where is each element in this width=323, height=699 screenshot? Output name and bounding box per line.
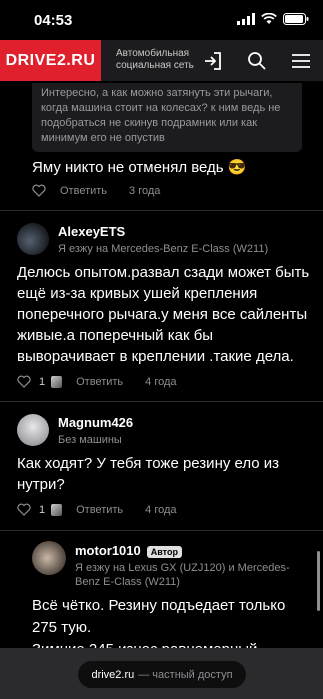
comment-author-car[interactable]: Я езжу на Lexus GX (UZJ120) и Mercedes-B…	[75, 561, 300, 589]
liker-avatar	[51, 375, 63, 388]
quoted-comment: Интересно, а как можно затянуть эти рыча…	[32, 83, 302, 152]
comment-author[interactable]: motor1010 Автор	[75, 543, 182, 558]
address-domain: drive2.ru	[91, 668, 135, 681]
address-pill[interactable]: drive2.ru — частный доступ	[78, 661, 246, 688]
heart-icon[interactable]	[32, 184, 46, 197]
comment-meta: 1 Ответить 4 года	[17, 503, 177, 516]
status-bar: 04:53	[0, 0, 323, 40]
avatar[interactable]	[32, 541, 66, 575]
status-time: 04:53	[34, 12, 73, 29]
signal-icon	[237, 13, 255, 25]
status-icons	[237, 13, 309, 25]
reply-link[interactable]: Ответить	[60, 185, 107, 197]
liker-avatar	[51, 503, 63, 516]
avatar[interactable]	[17, 414, 49, 446]
comment-author-car[interactable]: Без машины	[58, 433, 122, 447]
author-badge: Автор	[146, 545, 182, 558]
comment-author-name: motor1010	[75, 543, 141, 558]
avatar[interactable]	[17, 223, 49, 255]
menu-icon[interactable]	[290, 50, 312, 72]
comment-author[interactable]: Magnum426	[58, 415, 133, 430]
site-logo[interactable]: DRIVE2.RU	[0, 40, 101, 81]
comment-age: 4 года	[145, 375, 177, 388]
search-icon[interactable]	[246, 50, 268, 72]
comment-text: Как ходят? У тебя тоже резину ело из нут…	[17, 455, 280, 493]
reply-link[interactable]: Ответить	[76, 504, 123, 516]
address-suffix: — частный доступ	[138, 668, 233, 681]
like-count-value: 1	[39, 503, 46, 516]
wifi-icon	[261, 13, 277, 24]
like-count[interactable]: 1	[39, 503, 63, 516]
divider	[0, 401, 323, 402]
comment-age: 4 года	[145, 503, 177, 516]
scrollbar[interactable]	[317, 551, 320, 611]
heart-icon[interactable]	[17, 375, 31, 388]
like-count[interactable]: 1	[39, 375, 63, 388]
like-count-value: 1	[39, 375, 46, 388]
comment-meta: Ответить 3 года	[32, 184, 160, 197]
comment-author[interactable]: AlexeyETS	[58, 224, 125, 239]
comment-age: 3 года	[129, 184, 161, 197]
comment-meta: 1 Ответить 4 года	[17, 375, 177, 388]
reply-link[interactable]: Ответить	[76, 376, 123, 388]
comment-text: Делюсь опытом.развал сзади может быть ещ…	[17, 264, 310, 365]
comment-author-car[interactable]: Я езжу на Mercedes-Benz E-Class (W211)	[58, 242, 268, 256]
heart-icon[interactable]	[17, 503, 31, 516]
comment-text: Всё чётко. Резину подъедает только 275 т…	[32, 597, 286, 636]
site-header: DRIVE2.RU Автомобильная социальная сеть	[0, 40, 323, 81]
battery-icon	[283, 13, 309, 25]
login-icon[interactable]	[202, 50, 224, 72]
comments-feed: Интересно, а как можно затянуть эти рыча…	[0, 81, 323, 699]
comment-text: Яму никто не отменял ведь 😎	[32, 159, 247, 176]
divider	[0, 210, 323, 211]
divider	[0, 530, 323, 531]
site-tagline: Автомобильная социальная сеть	[116, 48, 194, 71]
